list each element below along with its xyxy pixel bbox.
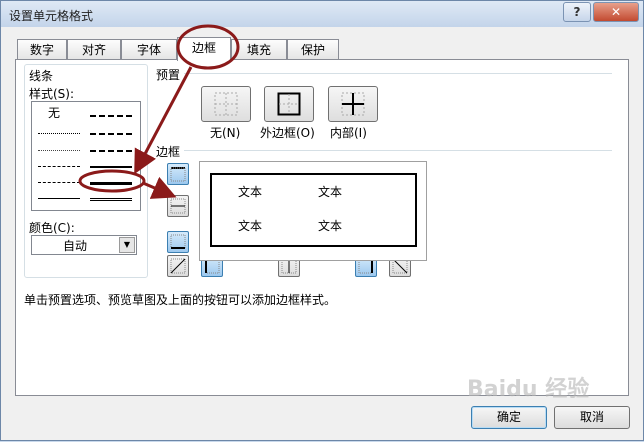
preview-cell-text: 文本 [238,185,263,199]
line-style-thin[interactable] [38,198,80,199]
line-style-hair[interactable] [38,133,80,134]
tab-border[interactable]: 边框 [177,37,231,61]
line-style-double[interactable] [90,198,132,201]
line-style-none[interactable]: 无 [48,104,60,121]
tab-number[interactable]: 数字 [17,39,67,60]
tab-font[interactable]: 字体 [121,39,177,60]
line-style-list[interactable]: 无 [31,101,141,211]
preview-cell-text: 文本 [238,219,263,233]
format-cells-dialog: 设置单元格格式 ? ✕ 数字 对齐 字体 边框 填充 保护 线条 样式(S): … [0,0,644,441]
hint-text: 单击预置选项、预览草图及上面的按钮可以添加边框样式。 [24,293,337,307]
line-style-dash-dot[interactable] [38,182,80,183]
border-tab-panel: 线条 样式(S): 无 颜色(C): 自动 ▼ 预置 无(N) 外边框(O) 内… [15,59,629,396]
line-group-label: 线条 [29,69,54,83]
border-bottom-icon [170,234,186,249]
preset-outline-label: 外边框(O) [260,126,315,140]
watermark: Baidu 经验 [467,377,590,402]
border-divider [184,150,612,151]
preview-cell-text: 文本 [318,185,343,199]
preset-inside-label: 内部(I) [330,126,367,140]
preview-cell-text: 文本 [318,219,343,233]
line-style-medium[interactable] [90,166,132,168]
line-group: 线条 样式(S): 无 颜色(C): 自动 ▼ [24,64,148,278]
preset-none-button[interactable] [201,86,251,122]
border-preview[interactable]: 文本 文本 文本 文本 [199,161,427,261]
line-color-select[interactable]: 自动 ▼ [31,235,137,255]
tab-protection[interactable]: 保护 [287,39,339,60]
border-outline-icon [277,92,301,116]
line-color-value: 自动 [62,239,87,253]
border-inside-horizontal-icon [170,198,186,214]
dialog-title: 设置单元格格式 [9,9,94,23]
cancel-button[interactable]: 取消 [554,406,630,429]
line-style-dot[interactable] [38,150,80,151]
border-bottom-button[interactable] [167,231,189,253]
border-middle-horizontal-button[interactable] [167,195,189,217]
preset-none-label: 无(N) [210,126,241,140]
tab-alignment[interactable]: 对齐 [67,39,121,60]
border-top-icon [170,167,186,182]
ok-button[interactable]: 确定 [471,406,547,429]
tab-strip: 数字 对齐 字体 边框 填充 保护 [17,37,637,61]
line-color-label: 颜色(C): [29,221,75,235]
preset-inside-button[interactable] [328,86,378,122]
preview-outline-border: 文本 文本 文本 文本 [210,173,417,247]
line-style-label: 样式(S): [29,87,75,101]
line-style-medium-dash-dot-dot[interactable] [90,115,132,117]
border-inside-icon [341,92,365,116]
presets-label: 预置 [156,68,181,82]
line-style-dash-dot-dot[interactable] [38,166,80,167]
help-button[interactable]: ? [563,2,591,22]
title-bar[interactable]: 设置单元格格式 ? ✕ [1,1,643,27]
border-group-label: 边框 [156,145,181,159]
presets-divider [184,73,612,74]
border-none-icon [214,92,238,116]
border-diagonal-up-button[interactable] [167,255,189,277]
line-style-medium-dash[interactable] [90,150,132,152]
chevron-down-icon[interactable]: ▼ [119,237,135,253]
close-button[interactable]: ✕ [593,2,639,22]
tab-fill[interactable]: 填充 [231,39,287,60]
preset-outline-button[interactable] [264,86,314,122]
line-style-thick[interactable] [90,182,132,185]
line-style-slant-dash-dot[interactable] [90,133,132,135]
border-top-button[interactable] [167,163,189,185]
diagonal-up-icon [170,258,186,274]
